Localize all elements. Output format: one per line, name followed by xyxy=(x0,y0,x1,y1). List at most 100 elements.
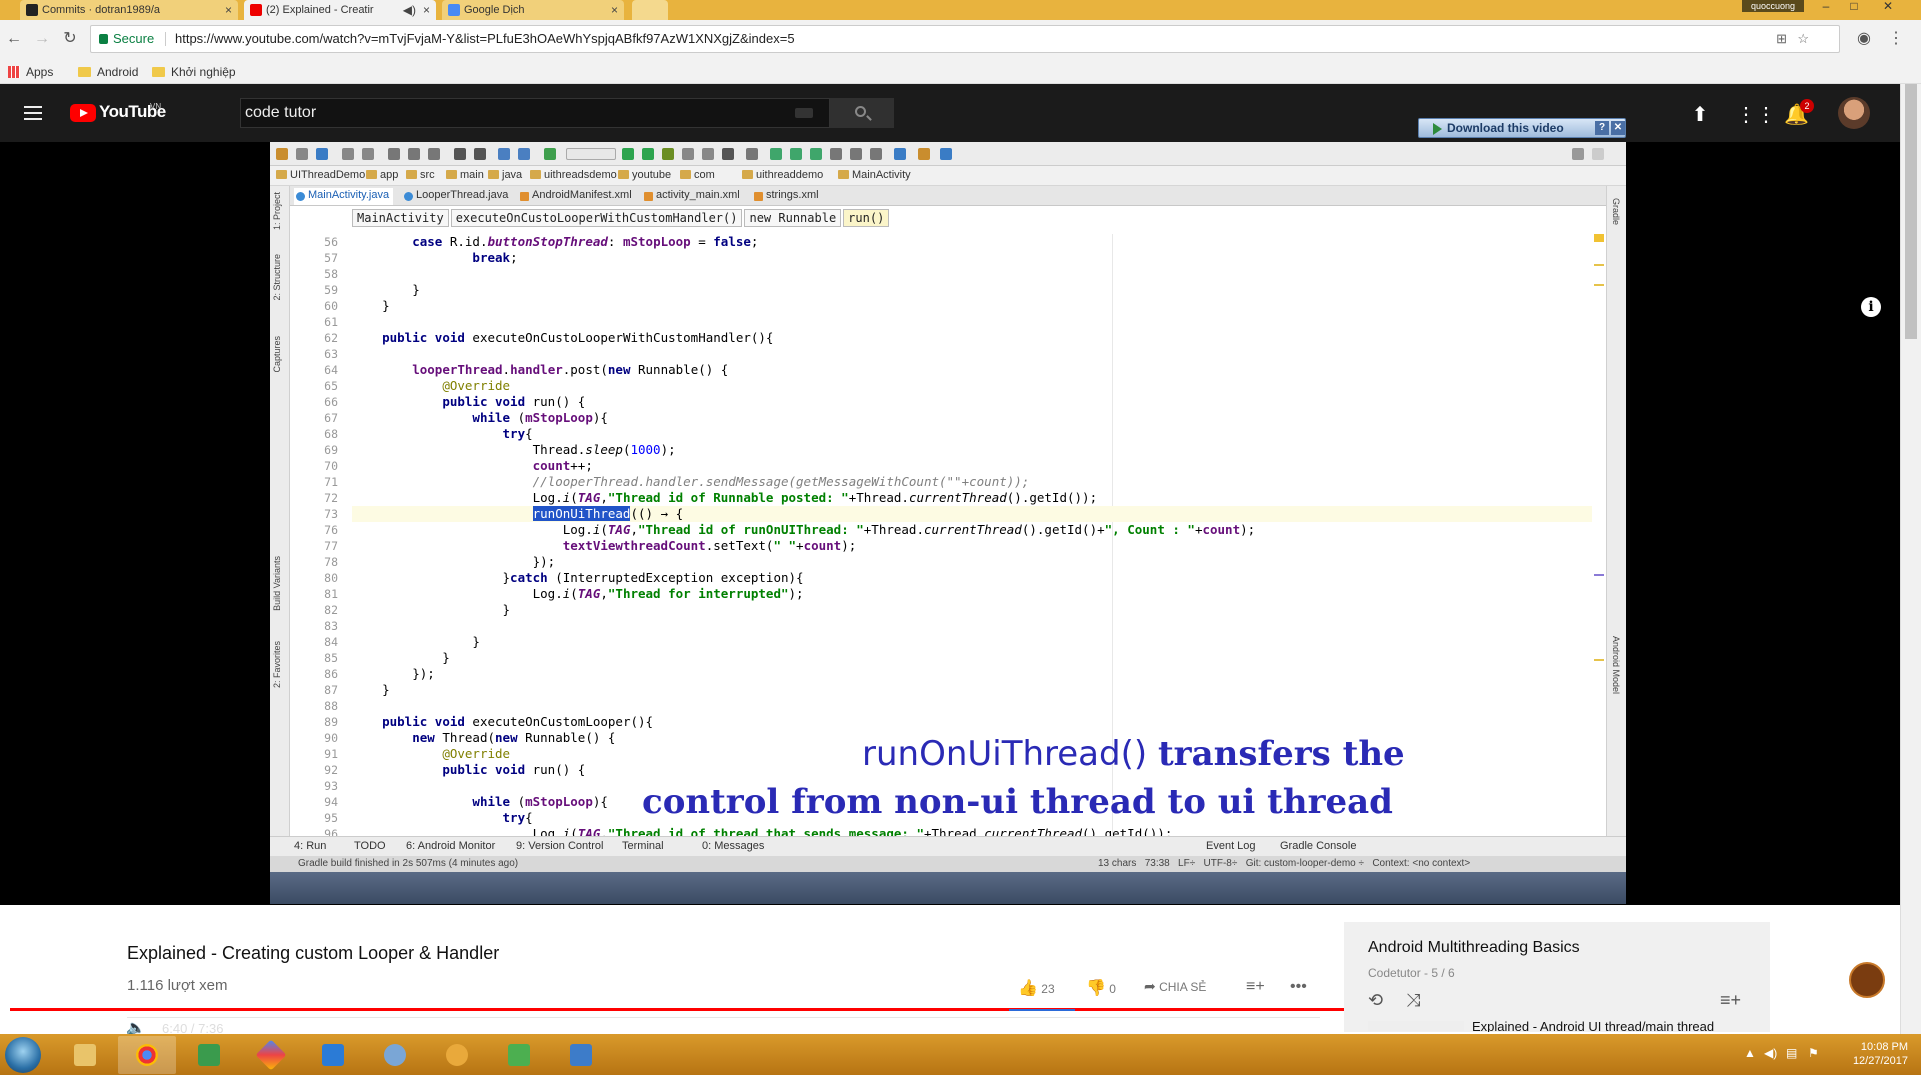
chrome-icon[interactable] xyxy=(118,1036,176,1074)
tab-close-icon[interactable]: × xyxy=(225,0,232,20)
maximize-button[interactable]: □ xyxy=(1840,0,1868,14)
forward-button[interactable]: → xyxy=(32,29,52,49)
android-studio-app-icon[interactable] xyxy=(428,1036,486,1074)
dislike-button[interactable]: 👎 0 xyxy=(1086,978,1116,998)
ide-bottom-tab: Gradle Console xyxy=(1280,840,1357,852)
browser-tab-youtube[interactable]: (2) Explained - Creatir ◀) × xyxy=(244,0,436,20)
url-text[interactable]: https://www.youtube.com/watch?v=mTvjFvja… xyxy=(175,26,795,52)
apps-grid-icon xyxy=(8,66,20,78)
tray-expand-icon[interactable]: ▲ xyxy=(1744,1046,1756,1060)
volume-tray-icon[interactable]: ◀) xyxy=(1764,1046,1777,1060)
bookmark-android[interactable]: Android xyxy=(78,64,138,80)
android-app-icon[interactable] xyxy=(490,1036,548,1074)
browser-tab-google-translate[interactable]: Google Dịch × xyxy=(442,0,624,20)
ide-bottom-tab: 6: Android Monitor xyxy=(406,840,496,852)
more-actions-icon[interactable]: ••• xyxy=(1290,978,1307,996)
playlist-title[interactable]: Android Multithreading Basics xyxy=(1368,939,1580,957)
channel-watermark-logo[interactable] xyxy=(1849,962,1885,998)
speaker-icon[interactable]: ◀) xyxy=(403,0,416,20)
playlist-add-icon[interactable]: ≡+ xyxy=(1720,990,1741,1011)
help-icon xyxy=(940,148,952,160)
close-icon[interactable]: ✕ xyxy=(1611,121,1625,135)
desktop-app-icon[interactable] xyxy=(552,1036,610,1074)
new-tab-button[interactable] xyxy=(632,0,668,20)
browser-tab-github[interactable]: Commits · dotran1989/a × xyxy=(20,0,238,20)
profile-icon xyxy=(682,148,694,160)
clock-time: 10:08 PM xyxy=(1860,1041,1908,1053)
back-button[interactable]: ← xyxy=(4,29,24,49)
system-clock[interactable]: 10:08 PM 12/27/2017 xyxy=(1836,1040,1908,1068)
find-icon xyxy=(454,148,466,160)
ide-code-breadcrumb: executeOnCustoLooperWithCustomHandler() xyxy=(450,209,743,227)
bookmark-khoi-nghiep[interactable]: Khởi nghiệp xyxy=(152,64,236,80)
playlist-item[interactable]: Explained - Android UI thread/main threa… xyxy=(1368,1019,1768,1032)
debug-icon xyxy=(662,148,674,160)
build-icon xyxy=(544,148,556,160)
colorful-app-icon[interactable] xyxy=(242,1036,300,1074)
download-label: Download this video xyxy=(1447,121,1564,135)
settings-app-icon[interactable] xyxy=(366,1036,424,1074)
search-input[interactable]: code tutor xyxy=(240,98,830,128)
video-player[interactable]: UIThreadDemo app src main java uithreadsdemo y… xyxy=(0,142,1900,1037)
ide-search-icon xyxy=(1572,148,1584,160)
ide-nav-crumb: java xyxy=(488,169,522,181)
close-window-button[interactable]: ✕ xyxy=(1868,0,1908,14)
undo-icon xyxy=(342,148,354,160)
loop-icon[interactable]: ⟲ xyxy=(1368,990,1383,1011)
reload-button[interactable]: ↻ xyxy=(60,29,80,49)
help-icon[interactable]: ? xyxy=(1595,121,1609,135)
menu-hamburger-icon[interactable] xyxy=(24,106,42,120)
translate-page-icon[interactable]: ⊞ xyxy=(1776,26,1787,52)
forward-icon xyxy=(518,148,530,160)
ide-bottom-tab: 0: Messages xyxy=(702,840,765,852)
apps-grid-icon[interactable]: ⋮⋮ xyxy=(1736,102,1776,127)
download-video-button[interactable]: Download this video ? ✕ xyxy=(1418,118,1626,138)
add-to-playlist-icon[interactable]: ≡+ xyxy=(1246,978,1265,996)
minimize-button[interactable]: – xyxy=(1812,0,1840,14)
start-button[interactable] xyxy=(5,1037,41,1073)
view-count: 1.116 lượt xem xyxy=(127,977,228,994)
avatar[interactable] xyxy=(1838,97,1870,129)
bookmark-apps[interactable]: Apps xyxy=(8,64,53,80)
upload-icon[interactable]: ⬆ xyxy=(1688,102,1712,127)
network-tray-icon[interactable]: ▤ xyxy=(1786,1046,1797,1060)
page-scrollbar[interactable] xyxy=(1900,84,1921,1034)
flag-tray-icon[interactable]: ⚑ xyxy=(1808,1046,1819,1060)
translate-icon xyxy=(448,4,460,16)
line-number: 68 xyxy=(324,427,338,441)
address-toolbar: ← → ↻ Secure https://www.youtube.com/wat… xyxy=(0,20,1921,60)
ide-tool-window-tab: Gradle xyxy=(1611,198,1621,226)
chrome-menu-icon[interactable]: ⋮ xyxy=(1886,29,1906,49)
tab-close-icon[interactable]: × xyxy=(611,0,618,20)
line-number: 86 xyxy=(324,667,338,681)
layout-icon xyxy=(850,148,862,160)
playlist-subtitle[interactable]: Codetutor - 5 / 6 xyxy=(1368,966,1455,980)
line-number: 72 xyxy=(324,491,338,505)
line-number: 67 xyxy=(324,411,338,425)
shuffle-icon[interactable]: ⤨ xyxy=(1406,990,1420,1011)
sheets-app-icon[interactable] xyxy=(180,1036,238,1074)
omnibox[interactable]: Secure https://www.youtube.com/watch?v=m… xyxy=(90,25,1840,53)
file-explorer-icon[interactable] xyxy=(56,1036,114,1074)
scrollbar-thumb[interactable] xyxy=(1905,84,1917,339)
line-number: 61 xyxy=(324,315,338,329)
ide-nav-crumb: app xyxy=(366,169,398,181)
ide-code-breadcrumbs: MainActivity executeOnCustoLooperWithCust… xyxy=(352,209,891,229)
extension-icon[interactable]: ◉ xyxy=(1854,29,1874,49)
search-button[interactable] xyxy=(830,98,894,128)
info-icon[interactable]: i xyxy=(1861,297,1881,317)
like-button[interactable]: 👍 23 xyxy=(1018,978,1055,998)
bookmark-star-icon[interactable]: ☆ xyxy=(1797,26,1809,52)
profile-button[interactable]: quoccuong xyxy=(1742,0,1804,12)
ide-nav-crumb: UIThreadDemo xyxy=(276,169,365,181)
ide-bottom-tab: 9: Version Control xyxy=(516,840,604,852)
vscode-icon[interactable] xyxy=(304,1036,362,1074)
secure-indicator[interactable]: Secure xyxy=(99,26,154,52)
keyboard-icon[interactable] xyxy=(795,108,813,118)
structure-icon xyxy=(830,148,842,160)
tab-title: Commits · dotran1989/a xyxy=(42,4,160,16)
share-button[interactable]: ➦ CHIA SẺ xyxy=(1144,978,1206,995)
divider xyxy=(165,32,166,46)
youtube-logo-icon[interactable] xyxy=(70,104,96,122)
tab-close-icon[interactable]: × xyxy=(423,0,430,20)
